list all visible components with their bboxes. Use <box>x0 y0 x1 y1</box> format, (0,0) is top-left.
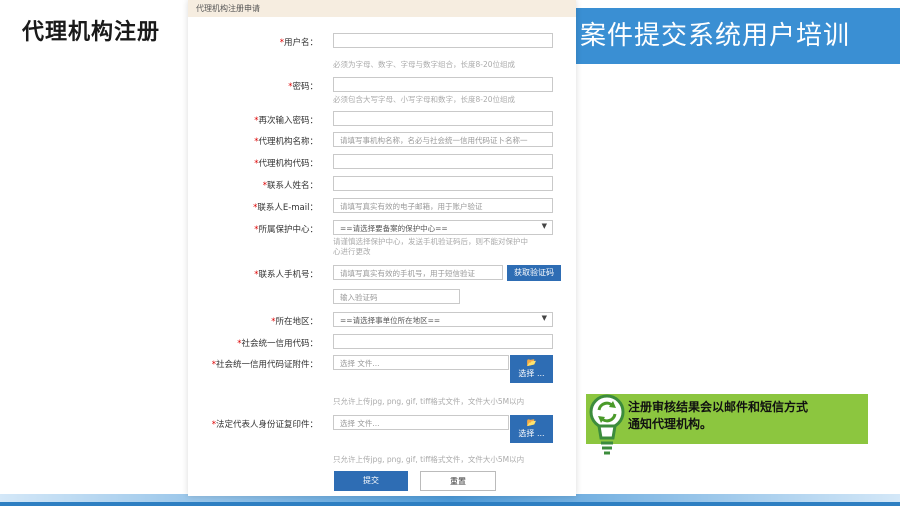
verify-code-input[interactable]: 输入验证码 <box>333 289 460 304</box>
password-hint: 必须包含大写字母、小写字母和数字，长度8-20位组成 <box>333 95 516 104</box>
agency-name-input[interactable]: 请填写事机构名称，名必与社会统一信用代码证卜名称一 <box>333 132 553 147</box>
contact-email-input[interactable]: 请填写真实有效的电子邮箱，用于账户验证 <box>333 198 553 213</box>
username-label: *用户名： <box>279 38 318 48</box>
credit-certificate-file-input[interactable]: 选择 文件... <box>333 355 509 370</box>
upload-hint-1: 只允许上传jpg, png, gif, tiff格式文件，文件大小5M以内 <box>333 397 525 406</box>
id-copy-file-input[interactable]: 选择 文件... <box>333 415 509 430</box>
center-hint-line2: 心进行更改 <box>333 247 371 256</box>
region-select[interactable]: ==请选择事单位所在地区== ▼ <box>333 312 553 327</box>
folder-open-icon: 📂 <box>526 358 537 367</box>
id-copy-browse-button[interactable]: 📂 选择 ... <box>510 415 553 443</box>
registration-form-panel: 代理机构注册申请 *用户名： 必须为字母、数字、字母与数字组合，长度8-20位组… <box>188 0 576 496</box>
credit-code-label: *社会统一信用代码： <box>237 339 318 349</box>
confirm-password-label: *再次输入密码： <box>254 116 318 126</box>
region-label: *所在地区： <box>271 317 318 327</box>
username-input[interactable] <box>333 33 553 48</box>
agency-name-label: *代理机构名称： <box>254 137 318 147</box>
form-header: 代理机构注册申请 <box>188 0 576 17</box>
get-code-button[interactable]: 获取验证码 <box>507 265 561 281</box>
folder-open-icon: 📂 <box>526 418 537 427</box>
agency-code-input[interactable] <box>333 154 553 169</box>
confirm-password-input[interactable] <box>333 111 553 126</box>
training-banner: 案件提交系统用户培训 <box>576 8 900 64</box>
contact-name-label: *联系人姓名： <box>262 181 318 191</box>
id-copy-label: *法定代表人身份证复印件： <box>211 420 318 430</box>
contact-phone-label: *联系人手机号： <box>254 270 318 280</box>
lightbulb-icon <box>589 394 625 455</box>
agency-code-label: *代理机构代码： <box>254 159 318 169</box>
chevron-down-icon: ▼ <box>541 314 547 322</box>
contact-phone-input[interactable]: 请填写真实有效的手机号，用于短信验证 <box>333 265 503 280</box>
notice-text: 注册审核结果会以邮件和短信方式 通知代理机构。 <box>628 400 809 431</box>
credit-certificate-label: *社会统一信用代码证附件： <box>211 360 318 370</box>
username-hint: 必须为字母、数字、字母与数字组合，长度8-20位组成 <box>333 60 516 69</box>
contact-email-label: *联系人E-mail： <box>253 203 318 213</box>
bottom-decor-line <box>0 502 900 506</box>
password-input[interactable] <box>333 77 553 92</box>
reset-button[interactable]: 重置 <box>420 471 496 491</box>
contact-name-input[interactable] <box>333 176 553 191</box>
submit-button[interactable]: 提交 <box>334 471 408 491</box>
protection-center-label: *所属保护中心： <box>254 225 318 235</box>
credit-code-input[interactable] <box>333 334 553 349</box>
chevron-down-icon: ▼ <box>541 222 547 230</box>
credit-certificate-browse-button[interactable]: 📂 选择 ... <box>510 355 553 383</box>
upload-hint-2: 只允许上传jpg, png, gif, tiff格式文件，文件大小5M以内 <box>333 455 525 464</box>
slide-title: 代理机构注册 <box>22 20 161 45</box>
password-label: *密码： <box>288 82 318 92</box>
protection-center-select[interactable]: ==请选择要备案的保护中心== ▼ <box>333 220 553 235</box>
